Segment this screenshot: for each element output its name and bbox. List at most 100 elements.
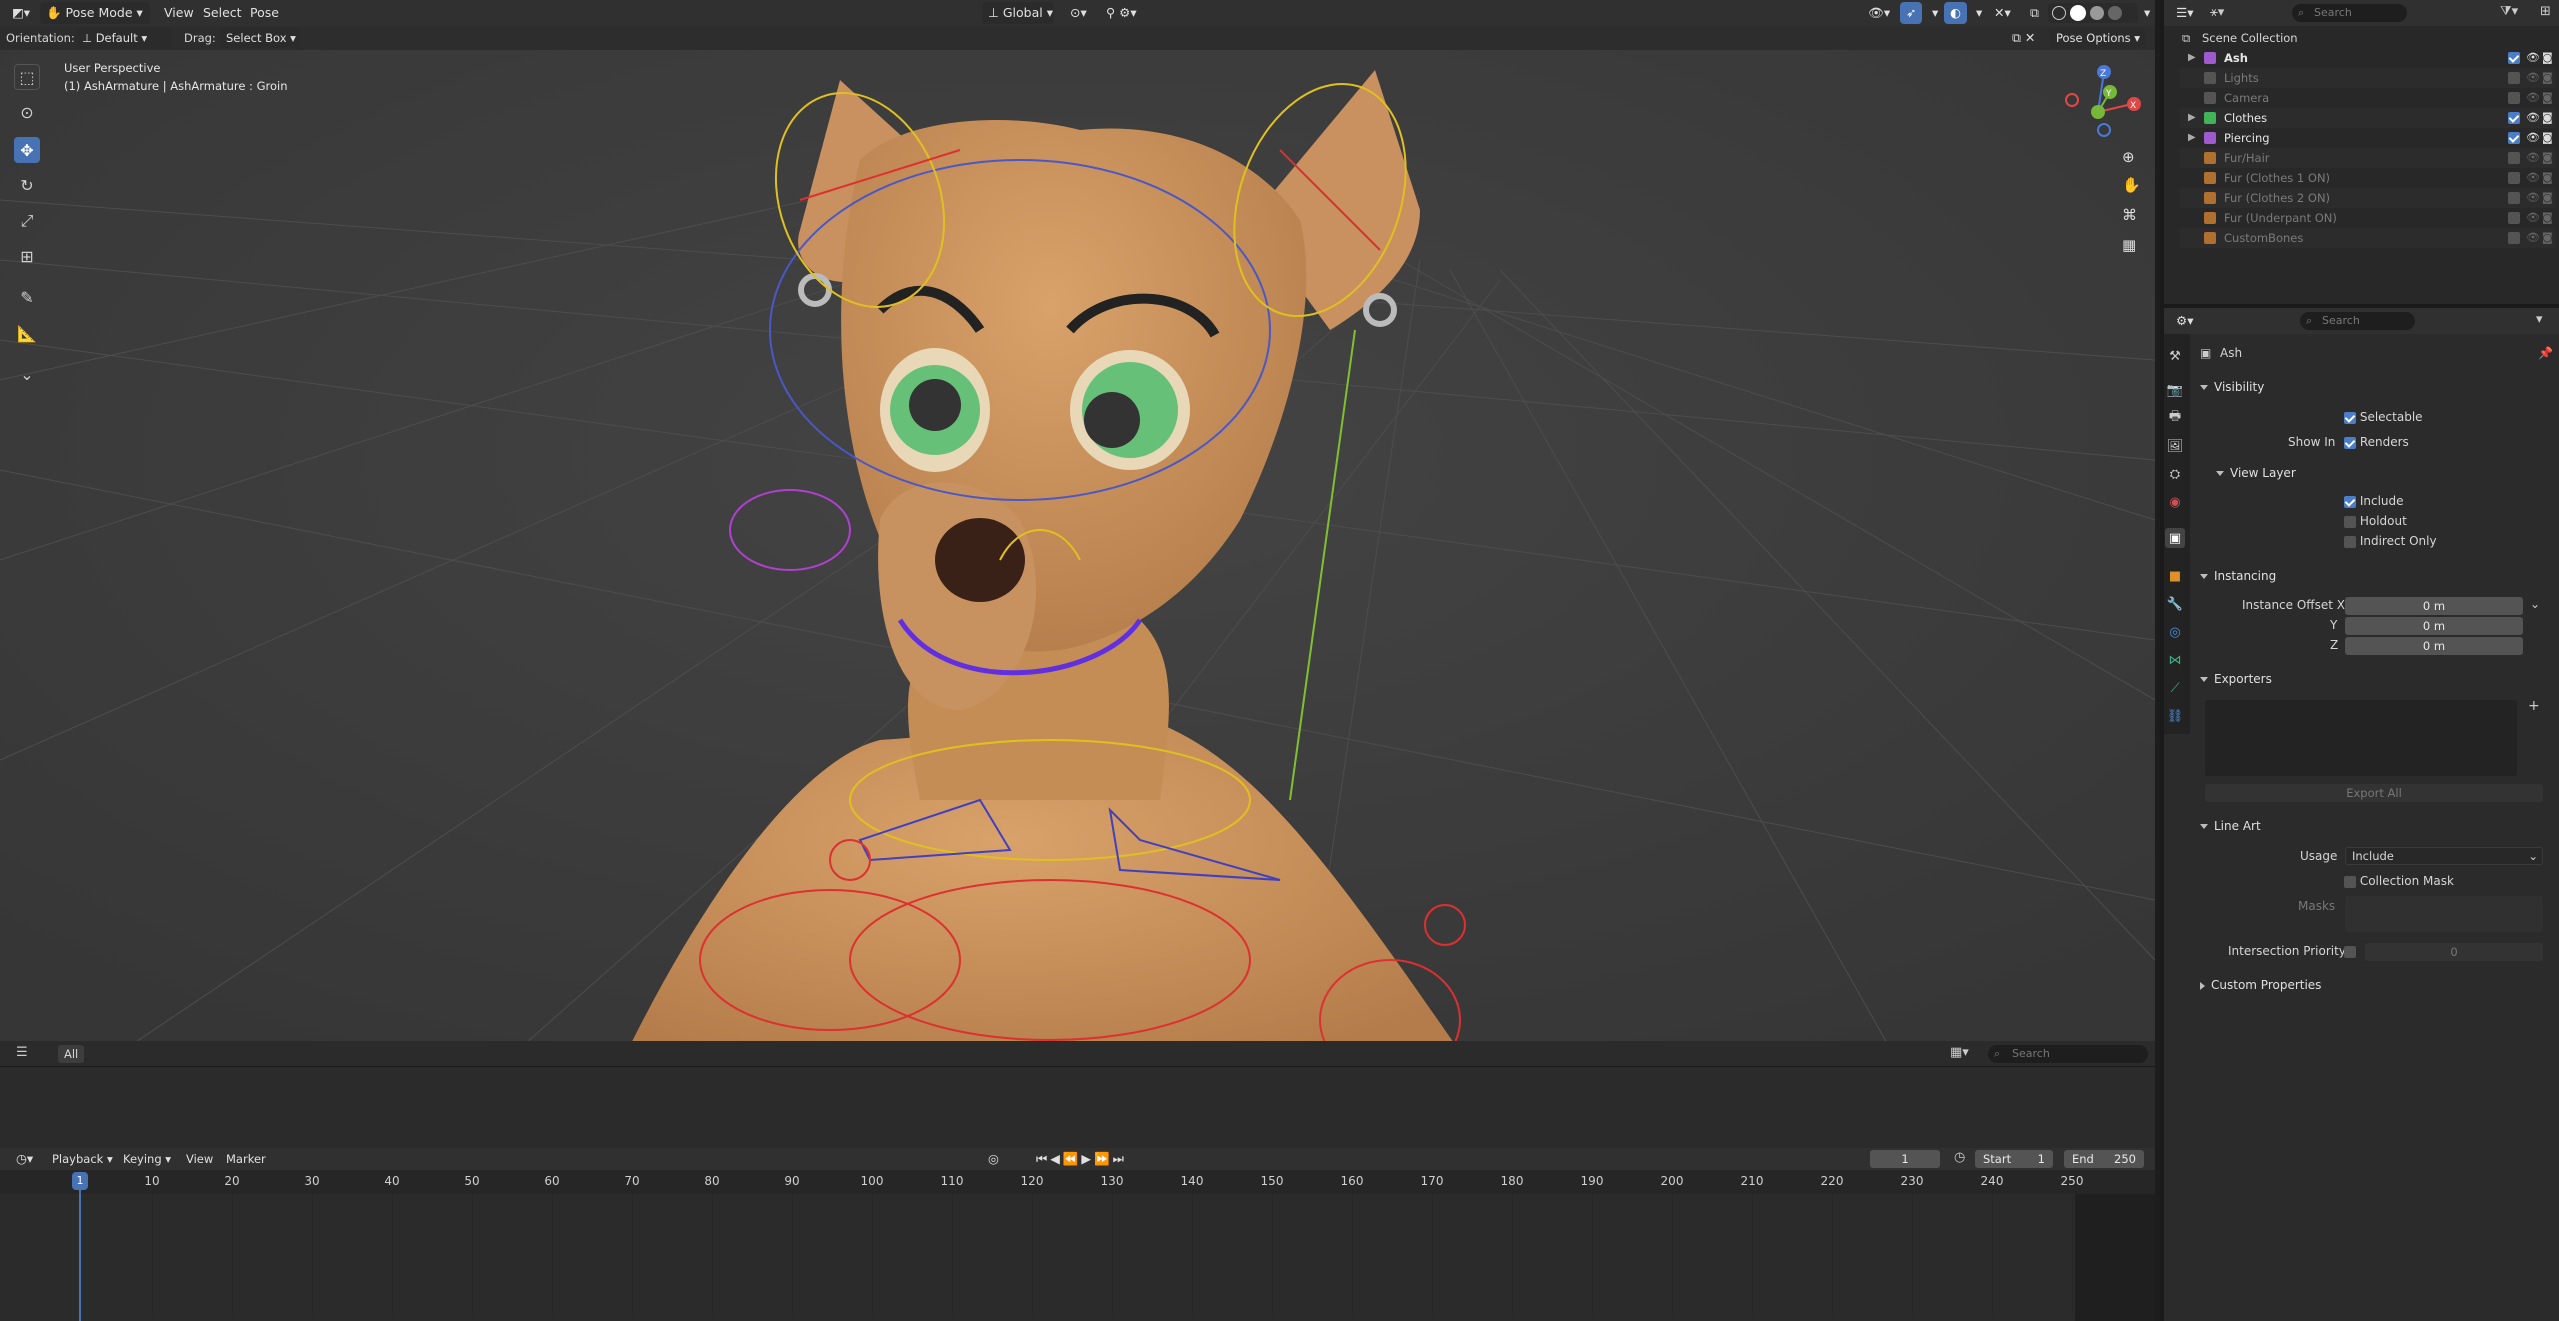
bone-constraint-tab-icon[interactable]: ⛓: [2165, 706, 2185, 726]
shading-buttons[interactable]: [2048, 3, 2138, 23]
exclude-checkbox[interactable]: [2508, 172, 2520, 184]
exclude-checkbox[interactable]: [2508, 192, 2520, 204]
rotate-tool-icon[interactable]: ↻: [14, 172, 40, 198]
outliner-item[interactable]: ▶ Clothes 👁 ◙: [2180, 108, 2555, 128]
annotate-tool-icon[interactable]: ✎: [14, 284, 40, 310]
eye-icon[interactable]: 👁: [2526, 188, 2540, 208]
playback-controls[interactable]: ⏮◀⏪▶⏩⏭: [1030, 1148, 1133, 1170]
menu-select[interactable]: Select: [197, 2, 248, 24]
outliner-item[interactable]: Lights 👁 ◙: [2180, 68, 2555, 88]
properties-options-icon[interactable]: ▾: [2536, 312, 2543, 327]
strip-search-input[interactable]: ⌕ Search: [1988, 1045, 2148, 1063]
renders-checkbox[interactable]: [2344, 436, 2356, 449]
collection-mask-checkbox[interactable]: [2344, 875, 2356, 888]
overlays-dropdown-icon[interactable]: ▾: [1970, 2, 1988, 24]
menu-timeline-view[interactable]: View: [180, 1148, 219, 1170]
render-tab-icon[interactable]: 📷: [2165, 380, 2185, 400]
intersection-priority-checkbox-row[interactable]: [2344, 944, 2356, 958]
scene-tab-icon[interactable]: ⛭: [2165, 464, 2185, 484]
instancing-panel-header[interactable]: Instancing: [2200, 565, 2550, 587]
scale-tool-icon[interactable]: ⤢: [14, 208, 40, 234]
bone-overlay-icon[interactable]: ✕▾: [1988, 2, 2017, 24]
output-tab-icon[interactable]: 🖶: [2165, 408, 2185, 428]
menu-playback[interactable]: Playback ▾: [46, 1148, 119, 1170]
shading-dropdown-icon[interactable]: ▾: [2138, 2, 2156, 24]
chevron-right-icon[interactable]: ▶: [2188, 48, 2196, 68]
menu-pose[interactable]: Pose: [244, 2, 285, 24]
chevron-right-icon[interactable]: ▶: [2188, 128, 2196, 148]
camera-icon[interactable]: ◙: [2542, 88, 2553, 108]
record-button[interactable]: ◎: [982, 1148, 1005, 1170]
orientation-dropdown[interactable]: ⊥ Default ▾: [76, 28, 172, 48]
display-mode-icon[interactable]: ▦▾: [1950, 1045, 1969, 1060]
physics-tab-icon[interactable]: ◎: [2165, 622, 2185, 642]
include-checkbox-row[interactable]: Include: [2344, 494, 2404, 508]
transform-tool-icon[interactable]: ⊞: [14, 243, 40, 269]
exclude-checkbox[interactable]: [2508, 132, 2520, 144]
holdout-checkbox-row[interactable]: Holdout: [2344, 514, 2407, 528]
gizmo-dropdown-icon[interactable]: ▾: [1926, 2, 1944, 24]
intersection-priority-field[interactable]: 0: [2365, 943, 2543, 961]
selectable-checkbox[interactable]: [2344, 411, 2356, 424]
playhead[interactable]: 1: [72, 1172, 88, 1190]
visibility-panel-header[interactable]: Visibility: [2200, 376, 2550, 398]
scene-collection-row[interactable]: ⧉ Scene Collection: [2180, 28, 2555, 48]
exclude-checkbox[interactable]: [2508, 52, 2520, 64]
instance-offset-x-field[interactable]: 0 m: [2345, 597, 2523, 615]
eye-icon[interactable]: 👁: [2526, 168, 2540, 188]
properties-search-input[interactable]: ⌕ Search: [2300, 312, 2415, 330]
eye-icon[interactable]: 👁: [2526, 48, 2540, 68]
view-layer-subpanel-header[interactable]: View Layer: [2216, 462, 2559, 484]
outliner-item[interactable]: Fur (Underpant ON) 👁 ◙: [2180, 208, 2555, 228]
current-frame-field[interactable]: 1: [1870, 1150, 1940, 1168]
camera-icon[interactable]: ◙: [2542, 168, 2553, 188]
gizmo-toggle-icon[interactable]: ➶: [1900, 2, 1923, 24]
chevron-right-icon[interactable]: ▶: [2188, 108, 2196, 128]
pivot-icon[interactable]: ⊙▾: [1064, 2, 1093, 24]
drag-dropdown[interactable]: Select Box ▾: [220, 28, 300, 48]
exporters-list[interactable]: [2205, 700, 2517, 776]
eye-icon[interactable]: 👁: [2526, 128, 2540, 148]
outliner-item[interactable]: Fur (Clothes 2 ON) 👁 ◙: [2180, 188, 2555, 208]
zoom-icon[interactable]: ⊕: [2122, 148, 2135, 166]
outliner-search-input[interactable]: ⌕ Search: [2292, 4, 2407, 22]
outliner-filter-icon[interactable]: ⧩▾: [2500, 4, 2518, 19]
camera-icon[interactable]: ◙: [2542, 48, 2553, 68]
transform-orientation-dropdown[interactable]: ⊥ Global ▾: [982, 2, 1054, 24]
exclude-checkbox[interactable]: [2508, 212, 2520, 224]
bone-tab-icon[interactable]: ⟋: [2165, 678, 2185, 698]
indirect-only-checkbox-row[interactable]: Indirect Only: [2344, 534, 2437, 548]
solid-shading-icon[interactable]: [2070, 5, 2086, 21]
usage-dropdown[interactable]: Include ⌄: [2345, 847, 2543, 865]
select-box-tool-icon[interactable]: ⬚: [14, 64, 40, 90]
editor-type-button[interactable]: ◩▾: [6, 2, 36, 24]
perspective-toggle-icon[interactable]: ▦: [2122, 236, 2136, 254]
outliner-item[interactable]: ▶ Piercing 👁 ◙: [2180, 128, 2555, 148]
instance-offset-y-field[interactable]: 0 m: [2345, 617, 2523, 635]
instance-offset-z-field[interactable]: 0 m: [2345, 637, 2523, 655]
menu-marker[interactable]: Marker: [220, 1148, 272, 1170]
outliner-item[interactable]: Camera 👁 ◙: [2180, 88, 2555, 108]
outliner-item[interactable]: Fur (Clothes 1 ON) 👁 ◙: [2180, 168, 2555, 188]
cursor-tool-icon[interactable]: ⊙: [14, 99, 40, 125]
include-checkbox[interactable]: [2344, 495, 2356, 508]
exclude-checkbox[interactable]: [2508, 232, 2520, 244]
line-art-panel-header[interactable]: Line Art: [2200, 815, 2550, 837]
measure-tool-icon[interactable]: 📐: [14, 320, 40, 346]
outliner-item[interactable]: ▶ Ash 👁 ◙: [2180, 48, 2555, 68]
camera-icon[interactable]: ◙: [2542, 108, 2553, 128]
exclude-checkbox[interactable]: [2508, 112, 2520, 124]
object-tab-icon[interactable]: ■: [2165, 566, 2185, 586]
tool-tab-icon[interactable]: ⚒: [2165, 346, 2185, 366]
camera-icon[interactable]: ◙: [2542, 148, 2553, 168]
xray-icon[interactable]: ⧉: [2024, 2, 2045, 24]
rendered-shading-icon[interactable]: [2108, 6, 2122, 20]
modifiers-tab-icon[interactable]: 🔧: [2165, 594, 2185, 614]
intersection-priority-checkbox[interactable]: [2344, 945, 2356, 958]
exclude-checkbox[interactable]: [2508, 72, 2520, 84]
viewport-3d[interactable]: User Perspective (1) AshArmature | AshAr…: [0, 50, 2155, 1066]
offset-dropdown-icon[interactable]: ⌄: [2530, 597, 2540, 611]
all-tab[interactable]: All: [58, 1045, 85, 1063]
end-frame-field[interactable]: End 250: [2064, 1150, 2144, 1168]
material-shading-icon[interactable]: [2090, 6, 2104, 20]
